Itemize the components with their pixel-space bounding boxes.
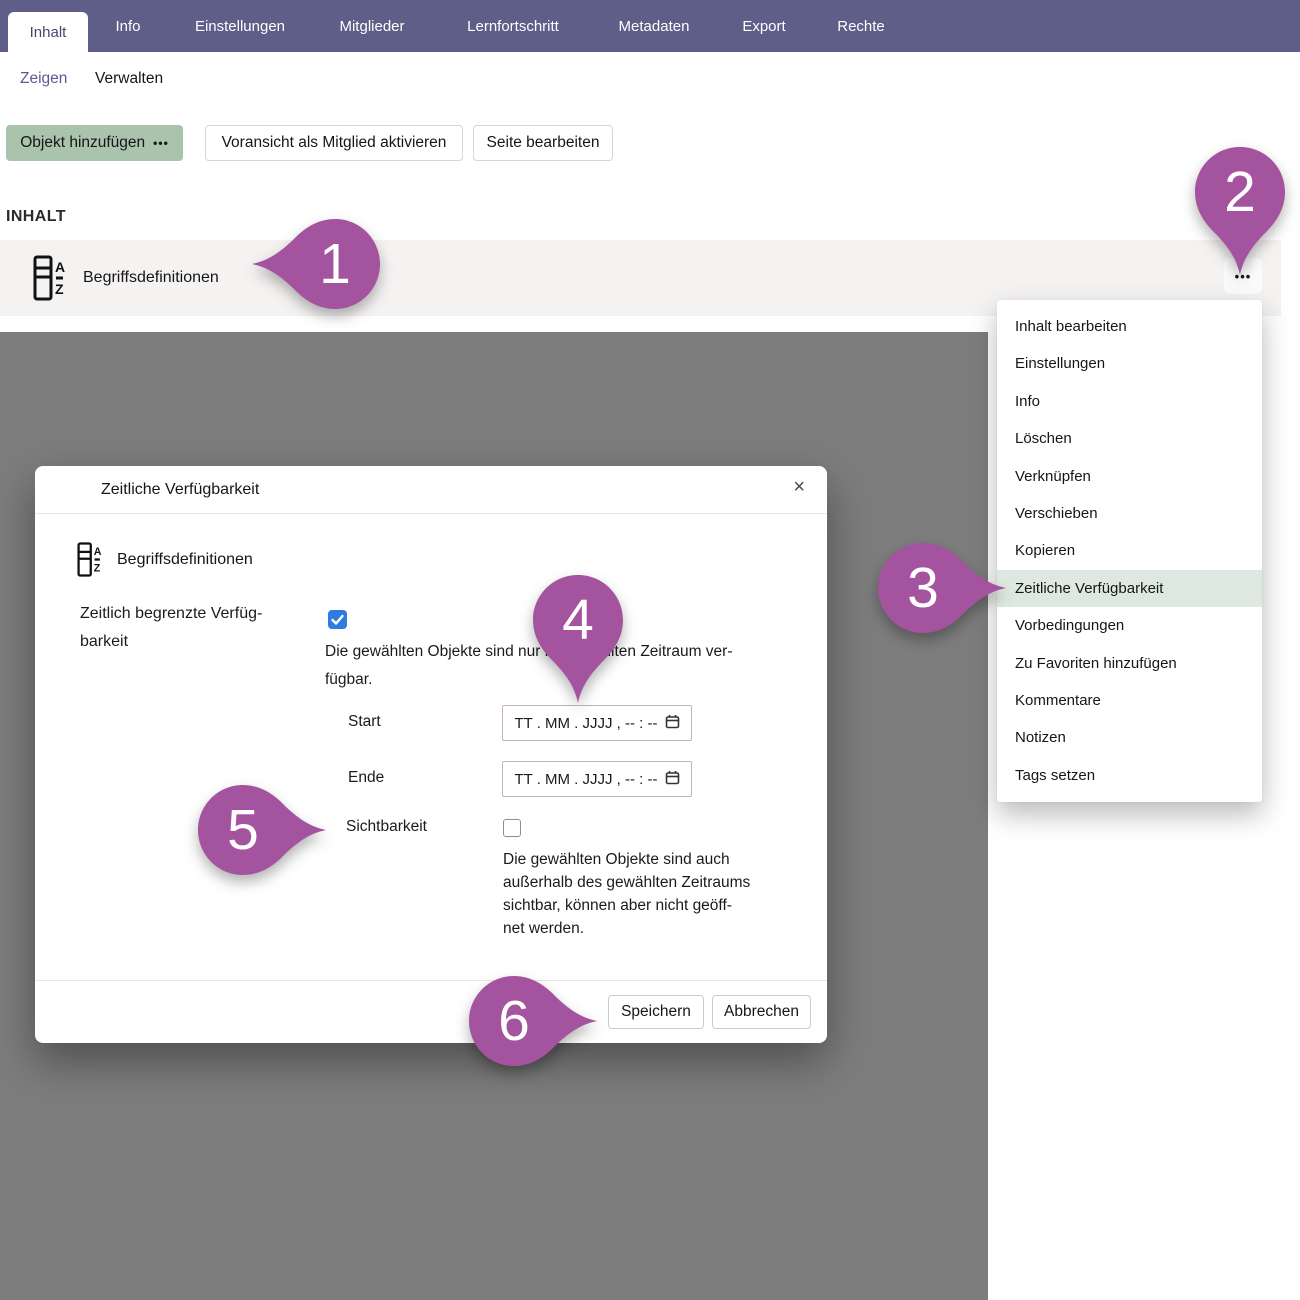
end-label: Ende bbox=[348, 769, 384, 787]
menu-item-loeschen[interactable]: Löschen bbox=[997, 420, 1262, 457]
menu-item-verschieben[interactable]: Verschieben bbox=[997, 495, 1262, 532]
add-object-button[interactable]: Objekt hinzufügen ••• bbox=[6, 125, 183, 161]
tab-info[interactable]: Info bbox=[103, 0, 153, 52]
tab-rechte[interactable]: Rechte bbox=[824, 0, 898, 52]
start-placeholder: TT . MM . JJJJ , -- : -- bbox=[514, 715, 657, 732]
svg-text:A: A bbox=[94, 546, 102, 558]
end-placeholder: TT . MM . JJJJ , -- : -- bbox=[514, 771, 657, 788]
callout-6-number: 6 bbox=[464, 971, 564, 1071]
tab-einstellungen[interactable]: Einstellungen bbox=[178, 0, 302, 52]
modal-title: Zeitliche Verfügbarkeit bbox=[101, 481, 259, 499]
callout-4-number: 4 bbox=[528, 570, 628, 670]
callout-5-number: 5 bbox=[193, 780, 293, 880]
svg-text:A: A bbox=[55, 259, 65, 275]
preview-as-member-button[interactable]: Voransicht als Mitglied aktivieren bbox=[205, 125, 463, 161]
tab-mitglieder[interactable]: Mitglieder bbox=[324, 0, 420, 52]
menu-item-info[interactable]: Info bbox=[997, 383, 1262, 420]
add-object-label: Objekt hinzufügen bbox=[20, 134, 145, 152]
calendar-icon[interactable] bbox=[665, 714, 680, 733]
callout-2-number: 2 bbox=[1190, 142, 1290, 242]
modal-header-divider bbox=[35, 513, 827, 514]
svg-text:Z: Z bbox=[94, 563, 101, 575]
menu-item-inhalt-bearbeiten[interactable]: Inhalt bearbeiten bbox=[997, 308, 1262, 345]
visibility-help: Die gewählten Objekte sind auch außerhal… bbox=[503, 848, 750, 940]
menu-item-tags-setzen[interactable]: Tags setzen bbox=[997, 757, 1262, 794]
glossary-icon: A Z bbox=[77, 542, 103, 582]
callout-1: 1 bbox=[285, 214, 385, 348]
availability-modal: Zeitliche Verfügbarkeit × A Z Begriffsde… bbox=[35, 466, 827, 1043]
cancel-button[interactable]: Abbrechen bbox=[712, 995, 811, 1029]
menu-item-zu-favoriten[interactable]: Zu Favoriten hinzufügen bbox=[997, 645, 1262, 682]
start-label: Start bbox=[348, 713, 381, 731]
callout-3: 3 bbox=[873, 538, 973, 672]
glossary-icon: A Z bbox=[33, 255, 67, 306]
menu-item-einstellungen[interactable]: Einstellungen bbox=[997, 345, 1262, 382]
tab-export[interactable]: Export bbox=[726, 0, 802, 52]
save-button[interactable]: Speichern bbox=[608, 995, 704, 1029]
content-section-heading: INHALT bbox=[6, 208, 66, 226]
menu-item-notizen[interactable]: Notizen bbox=[997, 719, 1262, 756]
callout-2: 2 bbox=[1190, 142, 1290, 276]
calendar-icon[interactable] bbox=[665, 770, 680, 789]
end-datetime-input[interactable]: TT . MM . JJJJ , -- : -- bbox=[502, 761, 692, 797]
menu-item-kommentare[interactable]: Kommentare bbox=[997, 682, 1262, 719]
content-item-title[interactable]: Begriffsdefinitionen bbox=[83, 240, 219, 316]
tab-metadaten[interactable]: Metadaten bbox=[606, 0, 702, 52]
svg-text:Z: Z bbox=[55, 281, 64, 297]
menu-item-kopieren[interactable]: Kopieren bbox=[997, 532, 1262, 569]
visibility-checkbox[interactable] bbox=[503, 819, 521, 837]
callout-1-number: 1 bbox=[285, 214, 385, 314]
ellipsis-icon: ••• bbox=[153, 136, 169, 150]
menu-item-verknuepfen[interactable]: Verknüpfen bbox=[997, 458, 1262, 495]
visibility-label: Sichtbarkeit bbox=[346, 818, 427, 836]
modal-object-title: Begriffsdefinitionen bbox=[117, 551, 253, 569]
item-actions-menu: Inhalt bearbeiten Einstellungen Info Lös… bbox=[997, 300, 1262, 802]
edit-page-button[interactable]: Seite bearbeiten bbox=[473, 125, 613, 161]
limited-availability-checkbox[interactable] bbox=[328, 610, 347, 629]
menu-item-zeitliche-verfuegbarkeit[interactable]: Zeitliche Verfügbarkeit bbox=[997, 570, 1262, 607]
menu-item-vorbedingungen[interactable]: Vorbedingungen bbox=[997, 607, 1262, 644]
subtab-zeigen[interactable]: Zeigen bbox=[20, 70, 67, 88]
callout-3-number: 3 bbox=[873, 538, 973, 638]
modal-footer-divider bbox=[35, 980, 827, 981]
callout-6: 6 bbox=[464, 971, 564, 1105]
start-datetime-input[interactable]: TT . MM . JJJJ , -- : -- bbox=[502, 705, 692, 741]
callout-4: 4 bbox=[528, 570, 628, 704]
tab-inhalt[interactable]: Inhalt bbox=[8, 12, 88, 52]
tab-lernfortschritt[interactable]: Lernfortschritt bbox=[452, 0, 574, 52]
top-tab-bar: Inhalt Info Einstellungen Mitglieder Ler… bbox=[0, 0, 1300, 52]
callout-5: 5 bbox=[193, 780, 293, 914]
limited-availability-label: Zeitlich begrenzte Verfüg- barkeit bbox=[80, 600, 262, 656]
close-icon[interactable]: × bbox=[793, 477, 805, 497]
subtab-verwalten[interactable]: Verwalten bbox=[95, 70, 163, 88]
